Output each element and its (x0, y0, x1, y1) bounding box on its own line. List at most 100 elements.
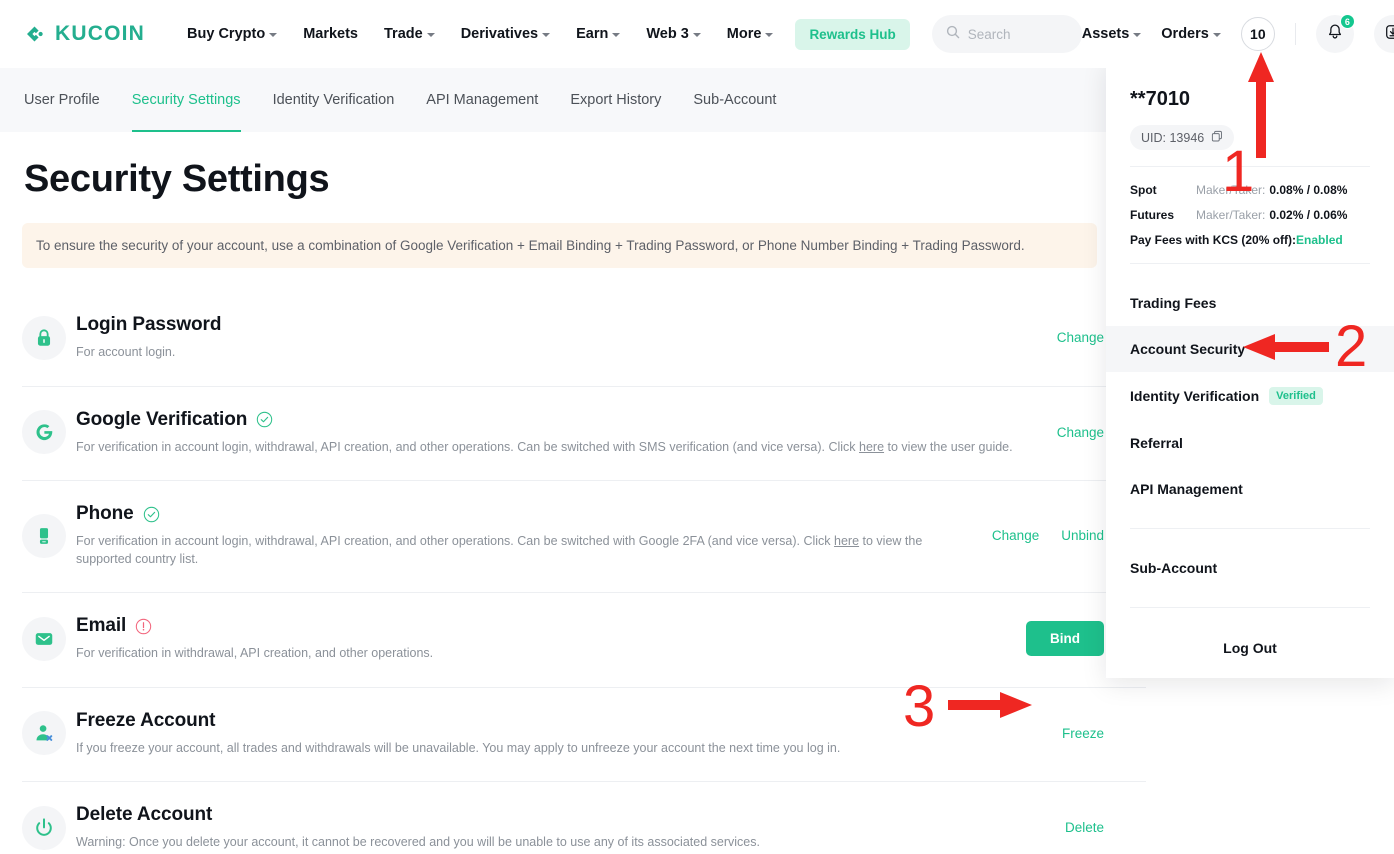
user-guide-link[interactable]: here (859, 440, 884, 454)
row-title: Phone (76, 503, 134, 524)
row-title: Email (76, 615, 127, 636)
panel-item-sub-account[interactable]: Sub-Account (1106, 545, 1394, 591)
assets-menu[interactable]: Assets (1082, 26, 1142, 42)
power-icon (22, 805, 66, 850)
panel-item-label: API Management (1130, 481, 1243, 497)
main-nav: Buy Crypto Markets Trade Derivatives Ear… (187, 26, 774, 42)
notifications-button[interactable]: 6 (1315, 14, 1355, 53)
row-body: Delete Account Warning: Once you delete … (76, 804, 1049, 852)
change-login-password-link[interactable]: Change (1057, 330, 1104, 345)
row-body: Phone For verification in account login,… (76, 503, 976, 568)
nav-label: Earn (576, 26, 609, 42)
nav-label: Buy Crypto (187, 26, 266, 42)
assets-label: Assets (1081, 26, 1130, 42)
nav-label: Trade (384, 26, 423, 42)
nav-item-more[interactable]: More (727, 26, 774, 42)
panel-item-identity-verification[interactable]: Identity Verification Verified (1106, 372, 1394, 420)
row-body: Login Password For account login. (76, 314, 1041, 362)
row-description-tail: to view the user guide. (884, 439, 1013, 454)
row-description: Warning: Once you delete your account, i… (76, 835, 760, 849)
row-actions: Delete (1065, 820, 1146, 835)
tab-user-profile[interactable]: User Profile (24, 68, 100, 132)
change-google-verification-link[interactable]: Change (1057, 425, 1104, 440)
security-row-phone: Phone For verification in account login,… (22, 481, 1146, 593)
uid-label: UID: 13946 (1141, 130, 1205, 145)
panel-item-api-management[interactable]: API Management (1106, 466, 1394, 512)
logout-button[interactable]: Log Out (1106, 624, 1394, 664)
security-notice-banner: To ensure the security of your account, … (22, 223, 1097, 268)
freeze-account-link[interactable]: Freeze (1062, 726, 1104, 741)
chevron-down-icon (542, 33, 551, 37)
row-description: For verification in account login, withd… (76, 533, 976, 568)
fee-row-spot: Spot Maker/Taker: 0.08% / 0.08% (1130, 183, 1370, 197)
panel-item-referral[interactable]: Referral (1106, 420, 1394, 466)
tab-sub-account[interactable]: Sub-Account (693, 68, 776, 132)
phone-icon (22, 513, 66, 558)
row-title: Freeze Account (76, 709, 216, 731)
row-body: Freeze Account If you freeze your accoun… (76, 710, 1046, 758)
panel-divider-1 (1130, 166, 1370, 167)
panel-divider-3 (1130, 528, 1370, 529)
panel-divider-4 (1130, 607, 1370, 608)
copy-icon[interactable] (1211, 130, 1223, 145)
nav-item-web3[interactable]: Web 3 (646, 26, 701, 42)
panel-item-trading-fees[interactable]: Trading Fees (1106, 280, 1394, 326)
top-header: KUCOIN Buy Crypto Markets Trade Derivati… (0, 0, 1394, 68)
security-rows-list: Login Password For account login. Change (22, 292, 1146, 854)
row-title-line: Delete Account (76, 804, 1049, 826)
rewards-hub-button[interactable]: Rewards Hub (795, 18, 910, 50)
fee-row-futures: Futures Maker/Taker: 0.02% / 0.06% (1130, 208, 1370, 222)
tab-export-history[interactable]: Export History (570, 68, 661, 132)
chevron-down-icon (692, 33, 701, 37)
download-app-button[interactable] (1373, 15, 1394, 53)
uid-chip[interactable]: UID: 13946 (1130, 125, 1235, 150)
panel-account-name: **7010 (1130, 88, 1191, 110)
fee-summary: Spot Maker/Taker: 0.08% / 0.08% Futures … (1106, 183, 1394, 247)
tab-security-settings[interactable]: Security Settings (131, 68, 241, 132)
page-root: KUCOIN Buy Crypto Markets Trade Derivati… (0, 0, 1394, 854)
kucoin-logo-icon (22, 21, 48, 47)
security-row-email: Email For verification in withdrawal, AP… (22, 593, 1146, 688)
account-count-circle[interactable]: 10 (1240, 17, 1275, 51)
header-divider-2 (1294, 23, 1296, 45)
maker-taker-label: Maker/Taker: (1196, 208, 1266, 222)
row-title-line: Email (76, 615, 1010, 637)
nav-item-derivatives[interactable]: Derivatives (461, 26, 551, 42)
panel-item-account-security[interactable]: Account Security (1106, 326, 1394, 372)
chevron-down-icon (765, 33, 774, 37)
change-phone-link[interactable]: Change (992, 528, 1039, 543)
security-row-login-password: Login Password For account login. Change (22, 292, 1146, 387)
nav-item-buy-crypto[interactable]: Buy Crypto (187, 26, 278, 42)
warning-icon (135, 618, 152, 635)
orders-menu[interactable]: Orders (1161, 26, 1221, 42)
nav-item-markets[interactable]: Markets (303, 26, 358, 42)
row-description: If you freeze your account, all trades a… (76, 740, 841, 755)
kucoin-logo[interactable]: KUCOIN (22, 21, 145, 47)
panel-item-label: Account Security (1130, 341, 1246, 357)
security-row-freeze-account: Freeze Account If you freeze your accoun… (22, 688, 1146, 782)
nav-item-trade[interactable]: Trade (384, 26, 435, 42)
nav-item-earn[interactable]: Earn (576, 26, 621, 42)
tab-api-management[interactable]: API Management (426, 68, 538, 132)
supported-country-link[interactable]: here (834, 534, 859, 548)
panel-item-label: Trading Fees (1130, 295, 1217, 311)
fee-label: Spot (1130, 183, 1157, 197)
search-box[interactable] (931, 15, 1082, 53)
row-title-line: Freeze Account (76, 710, 1046, 732)
delete-account-link[interactable]: Delete (1065, 820, 1104, 835)
tab-identity-verification[interactable]: Identity Verification (273, 68, 395, 132)
verified-check-icon (256, 411, 273, 428)
lock-icon (22, 315, 66, 360)
security-row-delete-account: Delete Account Warning: Once you delete … (22, 782, 1146, 854)
download-icon (1384, 23, 1394, 46)
row-description-text: For verification in account login, withd… (76, 439, 860, 454)
chevron-down-icon (612, 33, 621, 37)
unbind-phone-link[interactable]: Unbind (1061, 528, 1104, 543)
kucoin-logo-text: KUCOIN (55, 22, 146, 45)
google-icon (22, 410, 66, 455)
search-input[interactable] (967, 26, 1068, 42)
search-icon (946, 25, 960, 44)
freeze-user-icon (22, 711, 66, 756)
chevron-down-icon (269, 33, 278, 37)
bind-email-button[interactable]: Bind (1026, 621, 1104, 657)
